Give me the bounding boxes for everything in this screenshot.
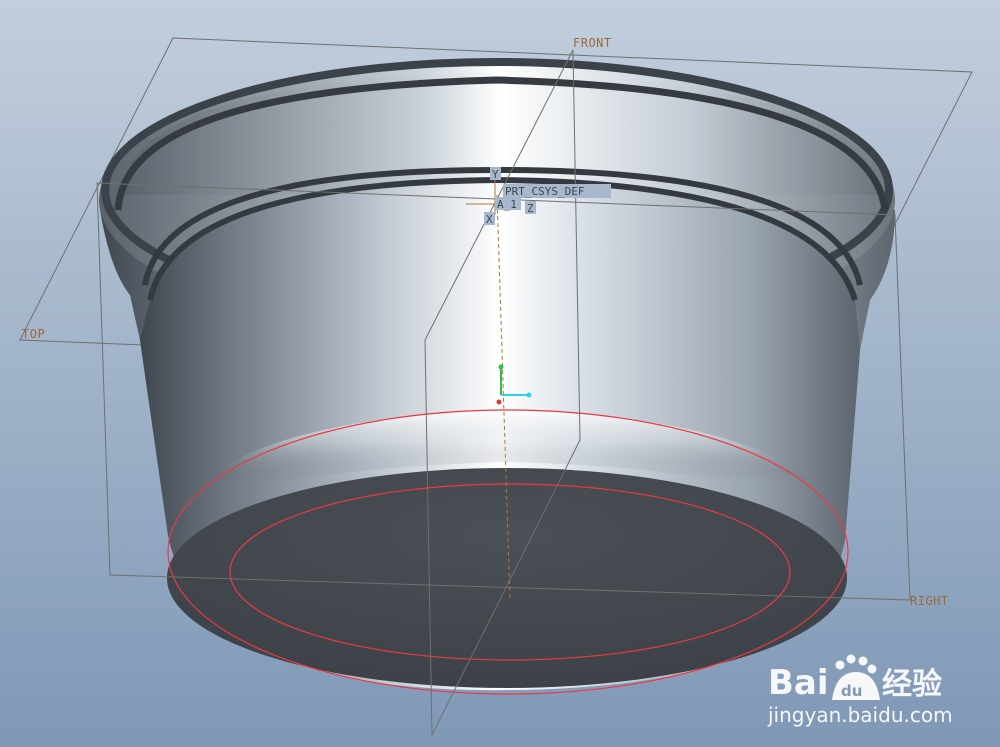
- cup-bottom[interactable]: [167, 468, 847, 688]
- watermark-brand-latin: Bai: [768, 663, 829, 703]
- top-plane-label[interactable]: TOP: [22, 327, 45, 341]
- right-plane-label[interactable]: RIGHT: [910, 594, 949, 608]
- triad-y-tip: [498, 364, 504, 370]
- model-scene[interactable]: Y PRT_CSYS_DEF A_1 Z X FRONT TOP RIGHT B…: [0, 0, 1000, 747]
- csys-name-label: PRT_CSYS_DEF: [505, 185, 584, 198]
- csys-y-label: Y: [492, 168, 499, 181]
- model-viewport[interactable]: Y PRT_CSYS_DEF A_1 Z X FRONT TOP RIGHT B…: [0, 0, 1000, 747]
- csys-x-label: X: [486, 213, 493, 226]
- triad-x-tip: [496, 399, 502, 405]
- front-plane-label[interactable]: FRONT: [573, 36, 612, 50]
- datum-axis-label: A_1: [497, 198, 517, 211]
- watermark-paw-text: du: [841, 682, 862, 700]
- csys-z-label: Z: [527, 202, 534, 215]
- watermark-url: jingyan.baidu.com: [767, 703, 953, 727]
- triad-z-tip: [526, 392, 532, 398]
- watermark-brand-cn: 经验: [882, 667, 942, 702]
